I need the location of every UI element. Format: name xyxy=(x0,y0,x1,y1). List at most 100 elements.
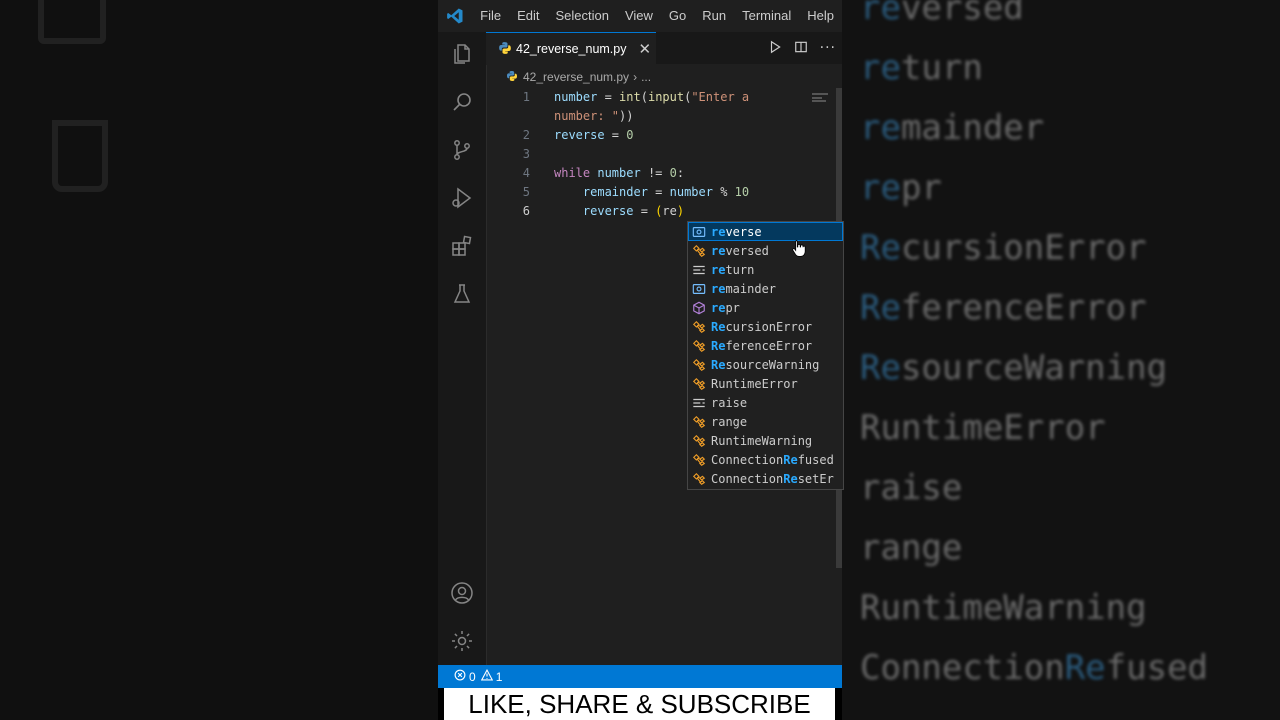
suggestion-item[interactable]: RuntimeWarning xyxy=(688,431,843,450)
code-token: remainder xyxy=(582,185,648,199)
suggestion-label: reverse xyxy=(711,224,762,239)
function-icon xyxy=(691,300,707,316)
suggestion-item[interactable]: reverse xyxy=(688,222,843,241)
menu-edit[interactable]: Edit xyxy=(509,0,547,32)
autocomplete-suggestions: reverse reversed return remainder repr Recurs… xyxy=(687,221,844,490)
extensions-icon[interactable] xyxy=(450,234,474,258)
settings-gear-icon[interactable] xyxy=(450,629,474,653)
vscode-logo-icon xyxy=(438,0,472,32)
suggestion-item[interactable]: return xyxy=(688,260,843,279)
line-number: 2 xyxy=(522,128,530,142)
code-token: ( xyxy=(640,90,648,104)
menu-bar: File Edit Selection View Go Run Terminal Help xyxy=(472,0,842,32)
code-token: 0 xyxy=(626,128,634,142)
source-control-icon[interactable] xyxy=(450,138,474,162)
code-text: reverse = (re) xyxy=(554,202,684,221)
menu-file[interactable]: File xyxy=(472,0,509,32)
suggestion-item[interactable]: range xyxy=(688,412,843,431)
status-bar: 0 1 xyxy=(438,665,842,688)
run-debug-icon[interactable] xyxy=(450,186,474,210)
code-line: 2 reverse = 0 xyxy=(486,126,816,145)
testing-beaker-icon[interactable] xyxy=(450,282,474,306)
activity-bar xyxy=(438,32,487,665)
line-number: 1 xyxy=(522,90,530,104)
suggestion-label: RecursionError xyxy=(711,319,813,334)
suggestion-item[interactable]: ResourceWarning xyxy=(688,355,843,374)
mouse-hand-cursor-icon xyxy=(792,239,806,261)
close-tab-icon[interactable]: ✕ xyxy=(638,40,651,58)
tab-bar: 42_reverse_num.py ✕ ··· xyxy=(486,32,842,65)
code-token: != xyxy=(640,166,670,180)
suggestion-item[interactable]: reversed xyxy=(688,241,843,260)
class-icon xyxy=(691,357,707,373)
editor-actions: ··· xyxy=(768,32,836,64)
suggestion-item[interactable]: ConnectionResetEr xyxy=(688,469,843,488)
code-text: while number != 0: xyxy=(554,164,684,183)
breadcrumb-file[interactable]: 42_reverse_num.py xyxy=(523,70,629,84)
code-token: while xyxy=(554,166,591,180)
class-icon xyxy=(691,452,707,468)
class-icon xyxy=(691,414,707,430)
account-icon[interactable] xyxy=(450,581,474,605)
menu-terminal[interactable]: Terminal xyxy=(734,0,799,32)
suggestion-label: ConnectionRefused xyxy=(711,452,834,467)
warning-count: 1 xyxy=(495,669,503,684)
suggestion-item[interactable]: remainder xyxy=(688,279,843,298)
class-icon xyxy=(691,376,707,392)
blurred-suggestion-word: repr xyxy=(860,168,942,208)
class-icon xyxy=(691,471,707,487)
suggestion-item[interactable]: RecursionError xyxy=(688,317,843,336)
variable-icon xyxy=(691,224,707,240)
breadcrumb-ellipsis[interactable]: ... xyxy=(641,70,651,84)
code-token: = xyxy=(647,185,670,199)
line-number: 6 xyxy=(522,204,530,218)
keyword-icon xyxy=(691,395,707,411)
suggestion-label: ResourceWarning xyxy=(711,357,820,372)
blurred-suggestion-word: raise xyxy=(860,468,963,508)
suggestion-item[interactable]: repr xyxy=(688,298,843,317)
blurred-suggestion-word: reversed xyxy=(860,0,1024,28)
subscribe-banner: LIKE, SHARE & SUBSCRIBE xyxy=(444,688,835,720)
keyword-icon xyxy=(691,262,707,278)
title-bar: File Edit Selection View Go Run Terminal Help xyxy=(438,0,842,32)
code-line: number: ")) xyxy=(486,107,816,126)
blurred-suggestion-word: RecursionError xyxy=(860,228,1147,268)
tab-42-reverse-num[interactable]: 42_reverse_num.py ✕ xyxy=(486,32,656,65)
search-icon[interactable] xyxy=(450,90,474,114)
blurred-suggestion-word: range xyxy=(860,528,963,568)
class-icon xyxy=(691,243,707,259)
breadcrumb: 42_reverse_num.py › ... xyxy=(486,66,651,88)
explorer-icon[interactable] xyxy=(450,42,474,66)
class-icon xyxy=(691,319,707,335)
code-line: 4 while number != 0: xyxy=(486,164,816,183)
menu-run[interactable]: Run xyxy=(694,0,734,32)
code-line: 1 number = int(input("Enter a xyxy=(486,88,816,107)
suggestion-label: return xyxy=(711,262,755,277)
code-token: = xyxy=(633,204,656,218)
blurred-suggestion-word: remainder xyxy=(860,108,1045,148)
suggestion-item[interactable]: ConnectionRefused xyxy=(688,450,843,469)
suggestion-item[interactable]: ReferenceError xyxy=(688,336,843,355)
split-editor-icon[interactable] xyxy=(794,39,808,58)
blurred-suggestion-word: RuntimeWarning xyxy=(860,588,1147,628)
breadcrumb-python-icon xyxy=(506,70,518,85)
more-actions-icon[interactable]: ··· xyxy=(820,40,836,56)
code-token: re xyxy=(662,204,677,218)
code-token: 10 xyxy=(734,185,750,199)
blurred-suggestion-word: ConnectionRefused xyxy=(860,648,1209,688)
menu-selection[interactable]: Selection xyxy=(547,0,616,32)
suggestion-label: ReferenceError xyxy=(711,338,813,353)
menu-go[interactable]: Go xyxy=(661,0,694,32)
code-token: reverse xyxy=(582,204,634,218)
code-token: : xyxy=(676,166,685,180)
suggestion-item[interactable]: RuntimeError xyxy=(688,374,843,393)
code-token: = xyxy=(597,90,620,104)
blurred-beaker-icon xyxy=(52,120,108,192)
suggestion-item[interactable]: raise xyxy=(688,393,843,412)
code-token: % xyxy=(712,185,735,199)
problems-indicator[interactable]: 0 1 xyxy=(454,668,503,684)
menu-help[interactable]: Help xyxy=(799,0,842,32)
run-file-icon[interactable] xyxy=(768,39,782,58)
menu-view[interactable]: View xyxy=(617,0,661,32)
